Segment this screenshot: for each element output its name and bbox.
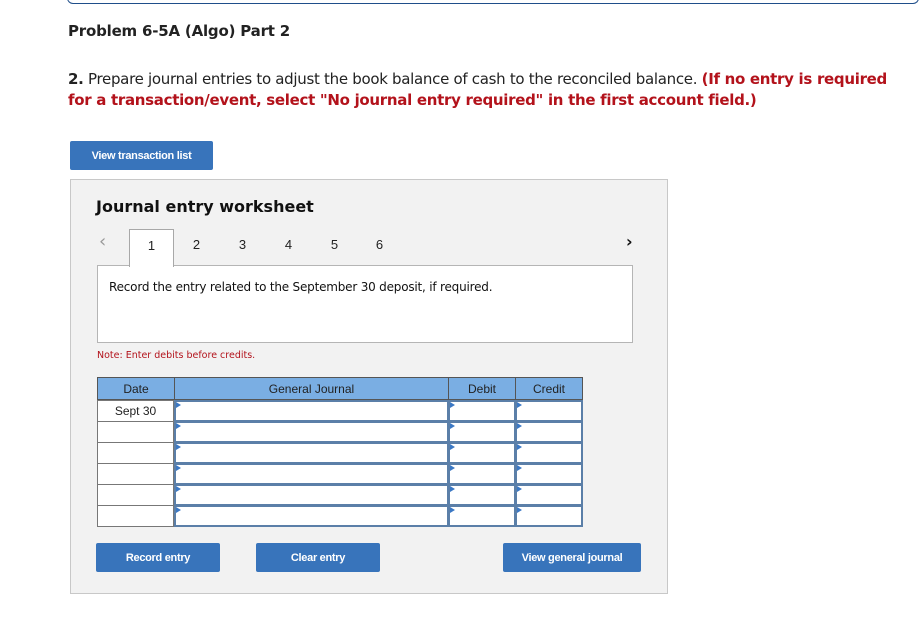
header-debit: Debit	[448, 377, 516, 400]
debit-input[interactable]	[448, 505, 516, 527]
chevron-left-icon[interactable]: ‹	[99, 233, 106, 251]
debit-input[interactable]	[448, 442, 516, 464]
question-panel: Record the entry related to the Septembe…	[97, 265, 633, 343]
credit-input[interactable]	[515, 400, 583, 422]
account-input[interactable]	[174, 505, 449, 527]
chevron-right-icon[interactable]: ›	[626, 233, 633, 251]
worksheet-title: Journal entry worksheet	[96, 197, 314, 216]
credit-input[interactable]	[515, 463, 583, 485]
credit-input[interactable]	[515, 421, 583, 443]
view-general-journal-button[interactable]: View general journal	[503, 543, 641, 572]
tab-5[interactable]: 5	[312, 229, 357, 266]
date-cell	[97, 442, 174, 464]
date-cell: Sept 30	[97, 400, 174, 422]
account-input[interactable]	[174, 421, 449, 443]
credit-input[interactable]	[515, 442, 583, 464]
tab-6[interactable]: 6	[357, 229, 402, 266]
header-general-journal: General Journal	[174, 377, 449, 400]
tab-2[interactable]: 2	[174, 229, 219, 266]
date-cell	[97, 484, 174, 506]
note-text: Note: Enter debits before credits.	[97, 350, 256, 361]
account-input[interactable]	[174, 400, 449, 422]
debit-input[interactable]	[448, 484, 516, 506]
journal-entry-worksheet: Journal entry worksheet ‹ 1 2 3 4 5 6 › …	[70, 179, 668, 594]
header-date: Date	[97, 377, 175, 400]
question-text: Record the entry related to the Septembe…	[109, 280, 493, 294]
tab-3[interactable]: 3	[220, 229, 265, 266]
account-input[interactable]	[174, 463, 449, 485]
instruction-text: Prepare journal entries to adjust the bo…	[83, 70, 702, 88]
debit-input[interactable]	[448, 421, 516, 443]
debit-input[interactable]	[448, 400, 516, 422]
credit-input[interactable]	[515, 484, 583, 506]
header-credit: Credit	[515, 377, 583, 400]
credit-input[interactable]	[515, 505, 583, 527]
account-input[interactable]	[174, 484, 449, 506]
date-cell	[97, 505, 174, 527]
top-frame-border	[67, 0, 919, 4]
date-cell	[97, 421, 174, 443]
page-title: Problem 6-5A (Algo) Part 2	[68, 22, 290, 40]
tab-1[interactable]: 1	[129, 229, 174, 267]
instructions: 2. Prepare journal entries to adjust the…	[68, 69, 888, 111]
record-entry-button[interactable]: Record entry	[96, 543, 220, 572]
tab-4[interactable]: 4	[266, 229, 311, 266]
clear-entry-button[interactable]: Clear entry	[256, 543, 380, 572]
account-input[interactable]	[174, 442, 449, 464]
date-cell	[97, 463, 174, 485]
instruction-number: 2.	[68, 70, 84, 88]
debit-input[interactable]	[448, 463, 516, 485]
view-transaction-list-button[interactable]: View transaction list	[70, 141, 213, 170]
